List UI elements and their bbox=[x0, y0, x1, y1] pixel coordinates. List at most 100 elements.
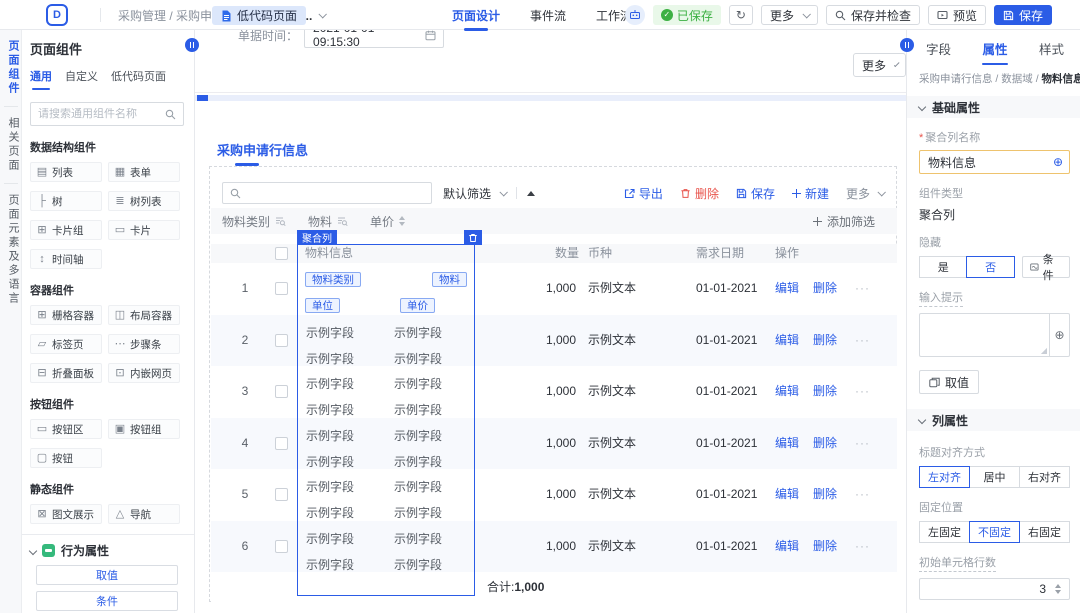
delete-button[interactable]: 删除 bbox=[680, 185, 719, 202]
breadcrumb-leaf[interactable]: 物料信息 bbox=[1042, 73, 1080, 85]
component-item-layout-container[interactable]: ◫ 布局容器 bbox=[108, 305, 180, 325]
globe-icon[interactable]: ⊕ bbox=[1053, 156, 1063, 168]
config-col-material-type[interactable]: 物料类别 bbox=[222, 213, 286, 230]
align-left-option[interactable]: 左对齐 bbox=[919, 466, 970, 488]
row-more-icon[interactable]: ··· bbox=[855, 418, 870, 470]
delete-link[interactable]: 删除 bbox=[813, 366, 837, 418]
nav-page-design[interactable]: 页面设计 bbox=[452, 7, 500, 24]
hint-textarea[interactable]: ◢ bbox=[919, 313, 1050, 357]
component-search-input[interactable] bbox=[38, 108, 159, 120]
delete-link[interactable]: 删除 bbox=[813, 469, 837, 521]
component-item-list[interactable]: ▤ 列表 bbox=[30, 162, 102, 182]
hidden-option-condition[interactable]: 条件 bbox=[1021, 254, 1070, 282]
component-item-card[interactable]: ▭ 卡片 bbox=[108, 220, 180, 240]
component-item-button-area[interactable]: ▭ 按钮区 bbox=[30, 419, 102, 439]
chevron-down-icon[interactable] bbox=[318, 10, 328, 19]
rail-item-page-components[interactable]: 页面组件 bbox=[0, 40, 21, 96]
table-more-button[interactable]: 更多 bbox=[846, 185, 886, 202]
tab-properties[interactable]: 属性 bbox=[982, 39, 1008, 65]
field-tag[interactable]: 物料类别 bbox=[305, 272, 361, 287]
create-button[interactable]: 新建 bbox=[791, 185, 829, 202]
aggregate-cell[interactable]: 示例字段 示例字段 示例字段 示例字段 bbox=[304, 469, 482, 521]
component-item-collapse[interactable]: ⊟ 折叠面板 bbox=[30, 363, 102, 383]
collapse-right-panel-icon[interactable] bbox=[900, 38, 914, 52]
delete-link[interactable]: 删除 bbox=[813, 315, 837, 367]
behavior-condition-button[interactable]: 条件 bbox=[36, 591, 178, 611]
doc-time-input[interactable]: 2021-01-01 09:15:30 bbox=[304, 30, 445, 49]
tab-lowcode-page[interactable]: 低代码页面 bbox=[212, 6, 307, 25]
delete-link[interactable]: 删除 bbox=[813, 521, 837, 573]
row-checkbox[interactable] bbox=[275, 385, 288, 398]
header-date[interactable]: 需求日期 bbox=[696, 244, 744, 263]
default-filter-dropdown[interactable]: 默认筛选 bbox=[443, 185, 508, 202]
table-row[interactable]: 6 示例字段 示例字段 示例字段 示例字段 1,000 示例文本 01-01-2… bbox=[211, 520, 897, 573]
tab-fields[interactable]: 字段 bbox=[926, 39, 951, 65]
hidden-option-yes[interactable]: 是 bbox=[919, 256, 968, 278]
delete-link[interactable]: 删除 bbox=[813, 418, 837, 470]
component-item-tabs[interactable]: ▱ 标签页 bbox=[30, 334, 102, 354]
sort-icon[interactable] bbox=[399, 216, 406, 226]
fixed-left-option[interactable]: 左固定 bbox=[919, 521, 970, 543]
row-checkbox[interactable] bbox=[275, 539, 288, 553]
fetch-value-button[interactable]: 取值 bbox=[919, 370, 980, 394]
row-checkbox[interactable] bbox=[275, 488, 288, 501]
save-and-check-button[interactable]: 保存并检查 bbox=[825, 5, 920, 25]
select-all-checkbox[interactable] bbox=[275, 247, 288, 260]
field-tag[interactable]: 物料 bbox=[432, 272, 467, 287]
section-base-properties[interactable]: 基础属性 bbox=[907, 96, 1080, 118]
calendar-icon[interactable] bbox=[425, 30, 436, 41]
collapse-filter-icon[interactable] bbox=[527, 190, 536, 196]
edit-link[interactable]: 编辑 bbox=[775, 469, 799, 521]
resize-handle-icon[interactable]: ◢ bbox=[1041, 347, 1047, 355]
config-col-material[interactable]: 物料 bbox=[308, 213, 348, 230]
component-item-tree-table[interactable]: ≣ 树列表 bbox=[108, 191, 180, 211]
app-logo-icon[interactable]: D bbox=[46, 4, 68, 26]
preview-button[interactable]: 预览 bbox=[927, 5, 986, 25]
delete-column-button[interactable] bbox=[464, 230, 482, 245]
canvas-more-button[interactable]: 更多 bbox=[853, 53, 906, 77]
component-item-card-group[interactable]: ⊞ 卡片组 bbox=[30, 220, 102, 240]
table-row[interactable]: 1 物料类别 物料 单位 单价 1,000 示例文本 01-01-2021 编辑… bbox=[211, 263, 897, 315]
row-more-icon[interactable]: ··· bbox=[855, 315, 870, 367]
edit-link[interactable]: 编辑 bbox=[775, 263, 799, 315]
table-search[interactable] bbox=[222, 182, 432, 204]
add-filter-button[interactable]: 添加筛选 bbox=[812, 213, 875, 230]
table-row[interactable]: 2 示例字段 示例字段 示例字段 示例字段 1,000 示例文本 01-01-2… bbox=[211, 314, 897, 367]
table-component-card[interactable]: 默认筛选 导出 删除 保存 新建 更多 物料类别 物料 单价 添加筛选 物料信息… bbox=[209, 166, 897, 602]
design-canvas[interactable]: 单据时间： 2021-01-01 09:15:30 更多 采购申请行信息 默认筛… bbox=[195, 30, 906, 613]
edit-link[interactable]: 编辑 bbox=[775, 418, 799, 470]
rail-item-related-pages[interactable]: 相关页面 bbox=[0, 117, 21, 173]
breadcrumb-mid[interactable]: 数据域 bbox=[1001, 73, 1033, 85]
component-item-image-text[interactable]: ⊠ 图文展示 bbox=[30, 504, 102, 524]
tab-custom[interactable]: 自定义 bbox=[65, 68, 98, 90]
behavior-section-header[interactable]: 行为属性 bbox=[28, 542, 184, 559]
component-item-button[interactable]: ▢ 按钮 bbox=[30, 448, 102, 468]
field-tag[interactable]: 单价 bbox=[400, 298, 435, 313]
config-col-unit-price[interactable]: 单价 bbox=[370, 213, 406, 230]
refresh-button[interactable]: ↻ bbox=[728, 5, 753, 25]
header-currency[interactable]: 币种 bbox=[588, 244, 612, 263]
row-more-icon[interactable]: ··· bbox=[855, 263, 870, 315]
component-item-form[interactable]: ▦ 表单 bbox=[108, 162, 180, 182]
component-item-iframe[interactable]: ⊡ 内嵌网页 bbox=[108, 363, 180, 383]
row-more-icon[interactable]: ··· bbox=[855, 469, 870, 521]
tab-general[interactable]: 通用 bbox=[30, 68, 52, 90]
tab-lowcode[interactable]: 低代码页面 bbox=[111, 68, 166, 90]
table-row[interactable]: 3 示例字段 示例字段 示例字段 示例字段 1,000 示例文本 01-01-2… bbox=[211, 366, 897, 418]
align-center-option[interactable]: 居中 bbox=[969, 466, 1020, 488]
component-item-grid-container[interactable]: ⊞ 栅格容器 bbox=[30, 305, 102, 325]
table-row[interactable]: 5 示例字段 示例字段 示例字段 示例字段 1,000 示例文本 01-01-2… bbox=[211, 469, 897, 521]
table-save-button[interactable]: 保存 bbox=[736, 185, 775, 202]
init-rows-input[interactable]: 3 bbox=[919, 578, 1070, 600]
component-item-button-group[interactable]: ▣ 按钮组 bbox=[108, 419, 180, 439]
edit-link[interactable]: 编辑 bbox=[775, 521, 799, 573]
section-column-properties[interactable]: 列属性 bbox=[907, 409, 1080, 431]
behavior-fetch-value-button[interactable]: 取值 bbox=[36, 565, 178, 585]
more-button[interactable]: 更多 bbox=[760, 5, 818, 25]
fixed-right-option[interactable]: 右固定 bbox=[1019, 521, 1070, 543]
agg-name-input[interactable]: 物料信息 ⊕ bbox=[919, 150, 1070, 174]
export-button[interactable]: 导出 bbox=[624, 185, 663, 202]
aggregate-cell[interactable]: 示例字段 示例字段 示例字段 示例字段 bbox=[304, 366, 482, 418]
edit-link[interactable]: 编辑 bbox=[775, 315, 799, 367]
aggregate-cell[interactable]: 示例字段 示例字段 示例字段 示例字段 bbox=[304, 418, 482, 470]
